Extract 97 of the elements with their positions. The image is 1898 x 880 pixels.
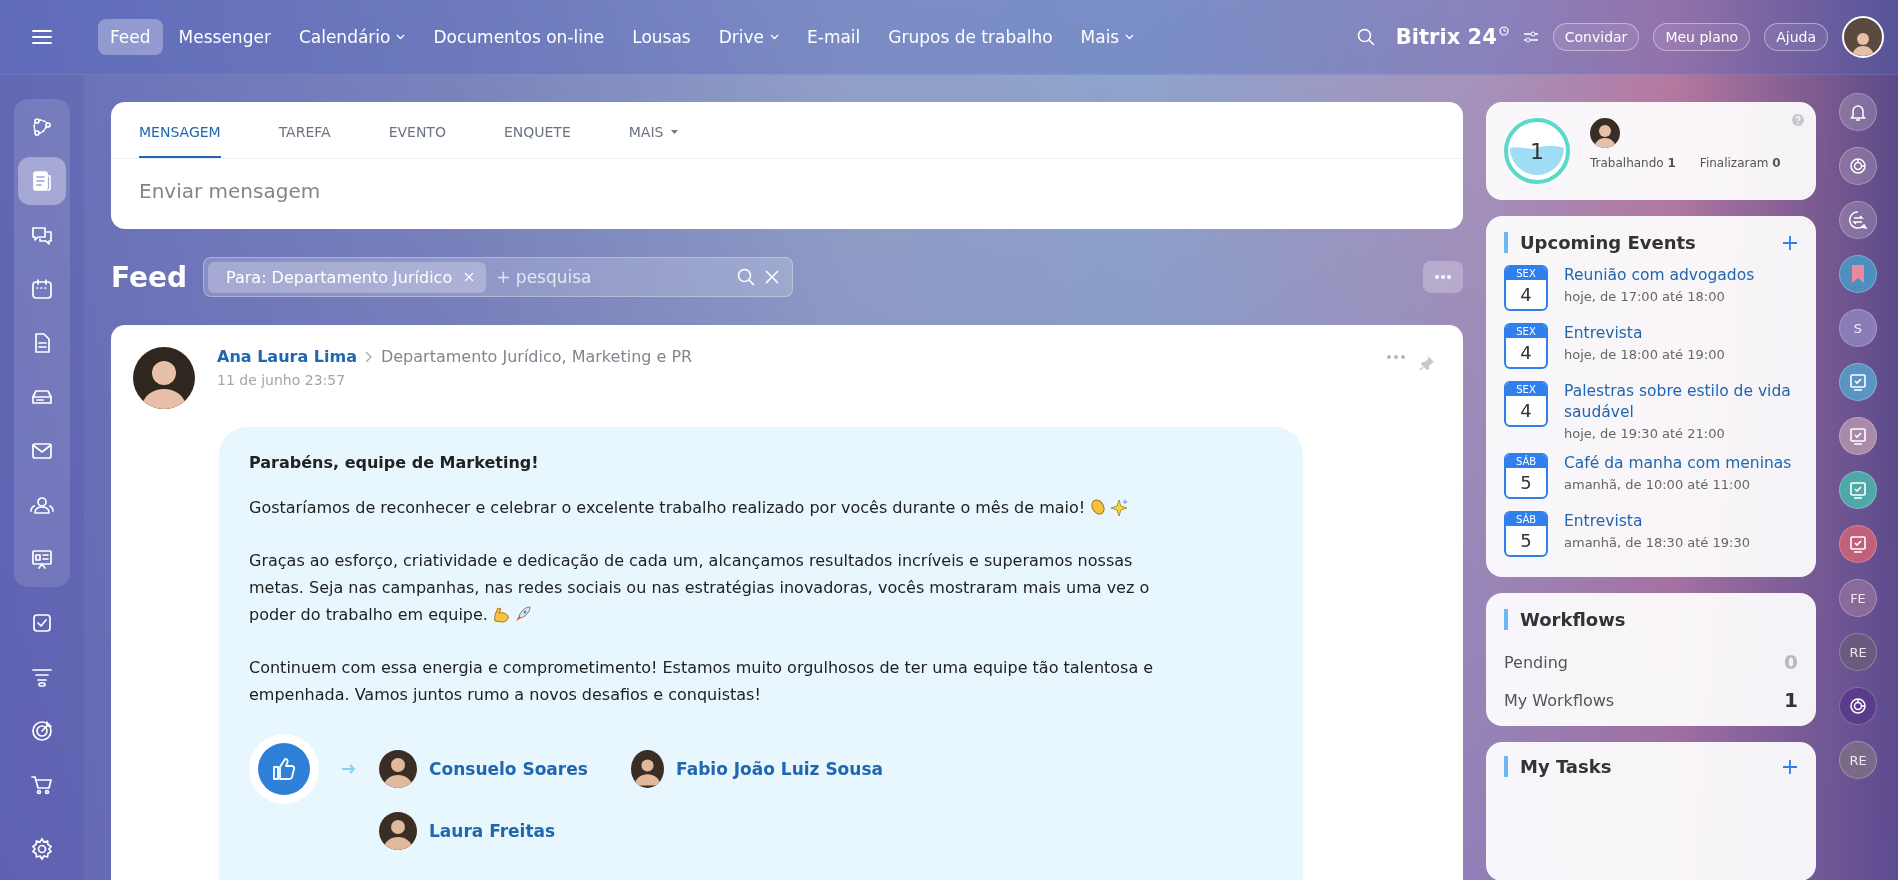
nav-tab[interactable]: Calendário	[286, 19, 418, 55]
calendar-date-badge: SEX 4	[1504, 323, 1548, 369]
user-avatar[interactable]	[379, 812, 417, 850]
post-heading: Parabéns, equipe de Marketing!	[249, 453, 540, 472]
checked-board-icon	[1848, 372, 1868, 392]
clock-icon	[1498, 26, 1509, 36]
checked-board-icon	[1848, 426, 1868, 446]
bell-icon	[1848, 102, 1868, 122]
spiral-button[interactable]	[1839, 147, 1877, 185]
post-paragraph: Continuem com essa energia e comprometimento! Estamos muito orgulhosos de ter uma equipe tão talentosa e empenhada. Vamos juntos rumo a novos desafios e conquistas!	[249, 657, 1155, 706]
workflow-link[interactable]: My Workflows	[1504, 690, 1615, 710]
nav-tab[interactable]: Grupos de trabalho	[876, 19, 1065, 55]
menu-icon[interactable]	[32, 29, 52, 45]
notifications-button[interactable]	[1839, 93, 1877, 131]
sidebar-item[interactable]	[18, 157, 66, 205]
newspaper-icon	[30, 169, 54, 193]
workflow-count: 1	[1784, 688, 1798, 712]
calendar-date-badge: SÁB 5	[1504, 453, 1548, 499]
event-link[interactable]: Reunião com advogados	[1564, 265, 1755, 286]
bookmark-icon	[1850, 264, 1866, 284]
search-icon[interactable]	[736, 267, 756, 287]
more-icon[interactable]	[1387, 355, 1405, 359]
rocket-icon	[513, 605, 532, 623]
event-time: hoje, de 19:30 até 21:00	[1564, 426, 1726, 441]
event-link[interactable]: Palestras sobre estilo de vida saudável	[1564, 381, 1798, 423]
nav-tab[interactable]: Mais	[1068, 19, 1147, 55]
user-link[interactable]: Fabio João Luiz Sousa	[676, 759, 883, 779]
user-link[interactable]: Consuelo Soares	[429, 759, 588, 779]
calendar-date-badge: SEX 4	[1504, 265, 1548, 311]
checkbox-icon	[30, 611, 54, 635]
user-link[interactable]: Laura Freitas	[429, 821, 556, 841]
close-icon[interactable]	[764, 269, 780, 285]
add-icon[interactable]	[1782, 758, 1798, 775]
workflow-link[interactable]: Pending	[1504, 652, 1568, 672]
search-icon[interactable]	[1355, 27, 1376, 47]
add-icon[interactable]	[1782, 234, 1798, 251]
event-link[interactable]: Entrevista	[1564, 511, 1750, 532]
event-time: hoje, de 18:00 até 19:00	[1564, 347, 1725, 362]
nav-tab[interactable]: Documentos on-line	[421, 19, 617, 55]
calendar-date-badge: SEX 4	[1504, 381, 1548, 427]
finished-count: Finalizaram 0	[1699, 156, 1781, 170]
flexed-arm-icon	[491, 605, 510, 623]
post-date: 11 de junho 23:57	[217, 372, 347, 388]
composer-tab[interactable]: MAIS	[628, 102, 679, 158]
feed-title: Feed	[111, 260, 187, 294]
cart-icon	[30, 773, 54, 797]
composer-tab[interactable]: EVENTO	[388, 102, 446, 158]
chevron-icon	[364, 350, 373, 363]
recipients-link[interactable]: Departamento Jurídico, Marketing e PR	[380, 347, 693, 366]
logo: Bitrix 24	[1395, 25, 1497, 49]
presentation-board-icon	[30, 547, 54, 571]
sparkles-icon	[1111, 498, 1130, 516]
chat-swap-button[interactable]	[1839, 201, 1877, 239]
calendar-date-badge: SÁB 5	[1504, 511, 1548, 557]
post-paragraph: Graças ao esforço, criatividade e dedicação de cada um, alcançamos resultados incríveis e superamos nossas metas. Seja nas campanhas, nas redes sociais ou nas estratégias inovadoras, vocês mostraram mais uma vez o poder do trabalho em equipe.	[249, 550, 1151, 626]
target-icon	[30, 719, 54, 743]
thumbs-up-icon	[258, 743, 310, 795]
close-icon[interactable]	[464, 272, 475, 282]
nav-tab[interactable]: Lousas	[620, 19, 703, 55]
working-count: Trabalhando 1	[1590, 156, 1676, 170]
composer-tab[interactable]: ENQUETE	[503, 102, 571, 158]
swap-arrows-icon	[1848, 210, 1868, 230]
widget-title: My Tasks	[1520, 756, 1612, 777]
event-time: amanhã, de 18:30 até 19:30	[1564, 535, 1750, 550]
event-time: amanhã, de 10:00 até 11:00	[1564, 477, 1751, 492]
event-link[interactable]: Entrevista	[1564, 323, 1725, 344]
spiral-icon	[1848, 156, 1868, 176]
user-avatar[interactable]	[631, 750, 665, 788]
widget-title: Upcoming Events	[1520, 232, 1696, 253]
composer-tab[interactable]: MENSAGEM	[139, 102, 221, 158]
user-avatar[interactable]	[379, 750, 417, 788]
nav-tab[interactable]: Feed	[98, 19, 163, 55]
checked-board-icon	[1848, 480, 1868, 500]
nav-tab[interactable]: Drive	[706, 19, 791, 55]
arrow-icon	[341, 764, 357, 774]
calendar-icon	[30, 277, 54, 301]
nav-tab[interactable]: E-mail	[795, 19, 873, 55]
event-link[interactable]: Café da manha com meninas	[1564, 453, 1792, 474]
post-paragraph: Gostaríamos de reconhecer e celebrar o excelente trabalho realizado por vocês durante o mês de maio!	[249, 494, 1169, 521]
settings-icon[interactable]	[30, 837, 54, 861]
checked-board-icon	[1848, 534, 1868, 554]
widget-title: Workflows	[1520, 609, 1626, 630]
sliders-icon[interactable]	[1522, 30, 1539, 44]
nav-tab[interactable]: Messenger	[166, 19, 283, 55]
composer-tab[interactable]: TAREFA	[278, 102, 331, 158]
dotted-circle-icon	[30, 115, 54, 139]
worktime-count: 1	[1530, 138, 1544, 164]
workflow-count: 0	[1784, 650, 1798, 674]
more-icon	[1435, 275, 1451, 279]
author-link[interactable]: Ana Laura Lima	[217, 347, 357, 366]
header-button[interactable]: Ajuda	[1764, 23, 1828, 51]
more-button[interactable]	[1423, 261, 1463, 293]
user-avatar[interactable]	[1590, 118, 1620, 148]
spiral-icon	[1848, 696, 1868, 716]
event-time: hoje, de 17:00 até 18:00	[1564, 289, 1726, 304]
header-button[interactable]: Meu plano	[1653, 23, 1751, 51]
header-button[interactable]: Convidar	[1552, 23, 1640, 51]
